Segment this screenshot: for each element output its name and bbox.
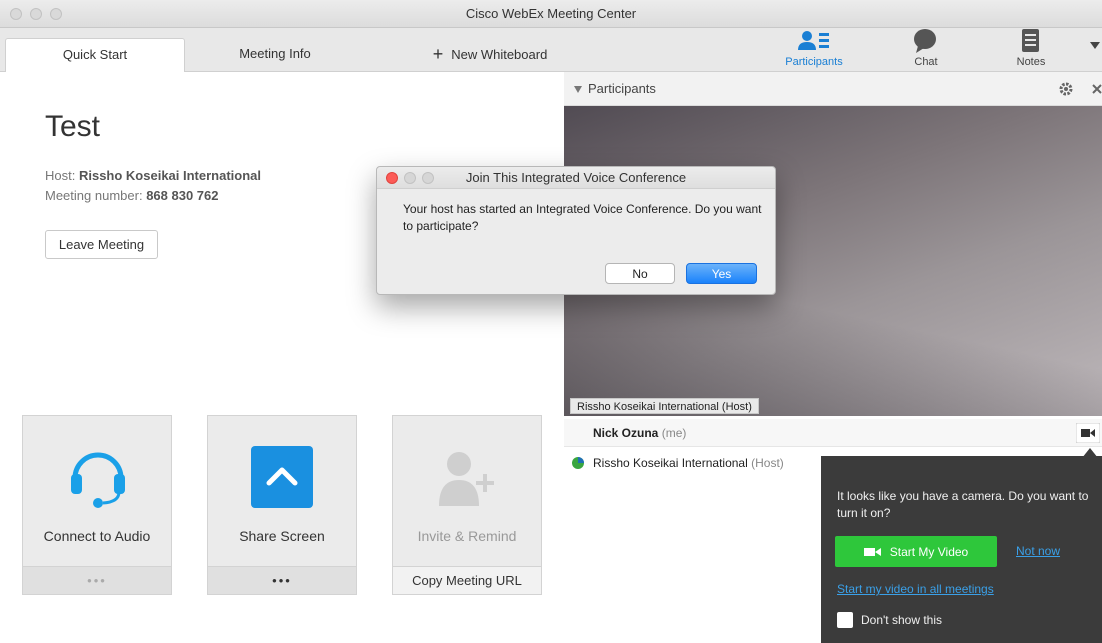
copy-meeting-url-button[interactable]: Copy Meeting URL (393, 566, 541, 594)
gear-icon[interactable] (1058, 81, 1074, 97)
meeting-number-info: Meeting number: 868 830 762 (45, 188, 218, 203)
invite-remind-label: Invite & Remind (417, 528, 517, 544)
notes-button[interactable]: Notes (991, 28, 1071, 72)
dont-show-checkbox[interactable] (837, 612, 853, 628)
leave-meeting-button[interactable]: Leave Meeting (45, 230, 158, 259)
participant-role: (Host) (751, 456, 784, 470)
not-now-link[interactable]: Not now (1016, 544, 1060, 558)
add-user-icon (439, 452, 494, 506)
tab-meeting-info[interactable]: Meeting Info (185, 38, 365, 72)
host-info: Host: Rissho Koseikai International (45, 168, 261, 183)
meeting-number-label: Meeting number: (45, 188, 143, 203)
plus-icon: + (432, 44, 444, 64)
share-screen-icon (251, 446, 313, 508)
participants-panel-title: Participants (588, 81, 656, 96)
host-label: Host: (45, 168, 76, 183)
dont-show-label: Don't show this (861, 613, 942, 627)
notes-label: Notes (1016, 56, 1046, 68)
yes-button[interactable]: Yes (686, 263, 757, 284)
participant-role: (me) (661, 426, 687, 440)
invite-remind-tile[interactable]: Invite & Remind Copy Meeting URL (392, 415, 542, 595)
participants-label: Participants (785, 56, 843, 68)
start-video-all-meetings-link[interactable]: Start my video in all meetings (837, 582, 994, 596)
chat-button[interactable]: Chat (886, 28, 966, 72)
dialog-minimize-icon (404, 172, 416, 184)
participant-row[interactable]: Nick Ozuna (me) (564, 419, 1102, 447)
connect-audio-label: Connect to Audio (43, 528, 151, 544)
camera-popup: It looks like you have a camera. Do you … (821, 456, 1102, 643)
toolbar-dropdown-icon[interactable] (1090, 42, 1100, 50)
collapse-triangle-icon[interactable] (574, 86, 582, 93)
video-name-label: Rissho Koseikai International (Host) (570, 398, 759, 414)
dialog-title: Join This Integrated Voice Conference (377, 167, 775, 189)
host-name: Rissho Koseikai International (78, 168, 262, 183)
share-screen-tile[interactable]: Share Screen ••• (207, 415, 357, 595)
participant-name: Rissho Koseikai International (Host) (593, 456, 784, 470)
no-button[interactable]: No (605, 263, 675, 284)
window-title: Cisco WebEx Meeting Center (465, 6, 637, 21)
title-bar: Cisco WebEx Meeting Center (0, 0, 1102, 28)
start-my-video-button[interactable]: Start My Video (835, 536, 997, 567)
video-camera-icon[interactable] (1076, 423, 1100, 443)
participants-icon (798, 31, 829, 50)
dialog-close-icon[interactable] (386, 172, 398, 184)
camera-popup-message: It looks like you have a camera. Do you … (837, 489, 1089, 520)
notes-icon (1022, 29, 1039, 52)
participants-panel-header: Participants (564, 72, 1102, 106)
dialog-message: Your host has started an Integrated Voic… (403, 202, 762, 233)
headset-icon (71, 452, 125, 508)
participant-name-text: Rissho Koseikai International (593, 456, 748, 470)
tab-bar: Quick Start Meeting Info + New Whiteboard (0, 28, 564, 72)
tab-new-whiteboard-label: New Whiteboard (451, 47, 548, 62)
voice-conference-dialog: Join This Integrated Voice Conference Yo… (376, 166, 776, 295)
dialog-zoom-icon (422, 172, 434, 184)
tab-quick-start[interactable]: Quick Start (5, 38, 185, 72)
panel-toolbar: Participants Chat Notes (564, 28, 1102, 72)
host-status-icon (572, 457, 584, 469)
participants-button[interactable]: Participants (774, 28, 854, 72)
participant-name-text: Nick Ozuna (593, 426, 659, 440)
video-camera-icon (863, 547, 881, 556)
share-screen-more-button[interactable]: ••• (208, 566, 356, 594)
chat-icon (914, 29, 936, 53)
share-screen-label: Share Screen (239, 528, 325, 544)
close-panel-icon[interactable] (1092, 84, 1102, 94)
connect-audio-more-button[interactable]: ••• (23, 566, 171, 594)
connect-audio-tile[interactable]: Connect to Audio ••• (22, 415, 172, 595)
start-my-video-label: Start My Video (889, 544, 969, 559)
chat-label: Chat (914, 56, 938, 68)
meeting-title: Test (45, 110, 101, 143)
meeting-number: 868 830 762 (146, 188, 219, 203)
participant-name: Nick Ozuna (me) (593, 426, 686, 440)
